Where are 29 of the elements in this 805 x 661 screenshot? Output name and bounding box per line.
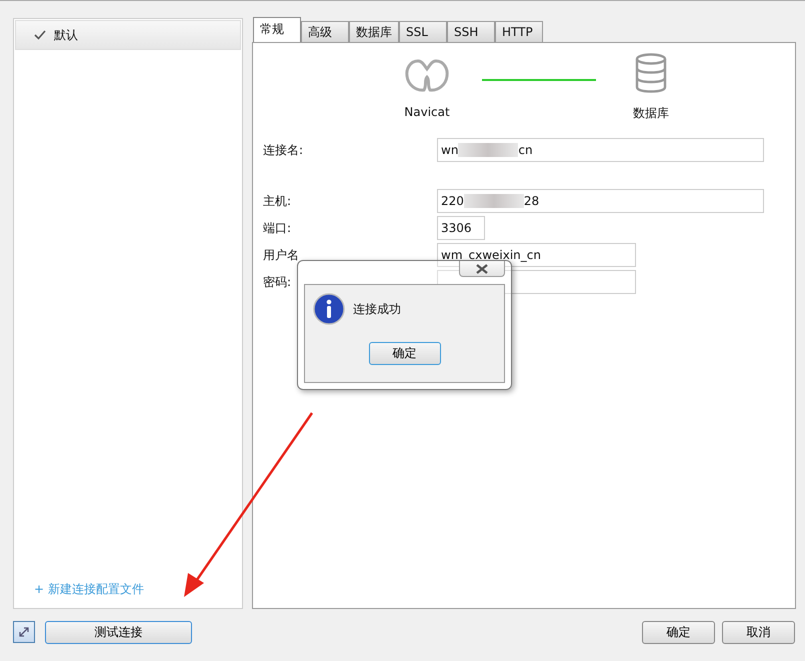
database-label: 数据库 [633,105,669,122]
input-field[interactable]: 220 28 [437,189,764,213]
tab[interactable]: 常规 [253,17,301,42]
field-label: 用户名 [263,246,300,264]
dialog-message: 连接成功 [353,300,401,318]
close-button[interactable] [459,261,505,277]
field-label: 密码: [263,274,292,290]
edit-button[interactable] [13,621,35,643]
info-icon [313,293,345,325]
test-connection-button[interactable]: 测试连接 [45,620,192,644]
ok-button[interactable]: 确定 [642,620,715,644]
input-field[interactable]: wn cn [437,138,764,162]
tab[interactable]: SSL [399,21,447,42]
cancel-button[interactable]: 取消 [722,620,795,644]
profile-label: 默认 [54,26,78,44]
database-icon [635,53,667,93]
tab[interactable]: SSH [447,21,495,42]
field-label: 端口: [263,220,292,236]
dialog-ok-button[interactable]: 确定 [368,342,440,365]
tab[interactable]: 高级 [301,21,349,42]
tab[interactable]: 数据库 [349,21,399,42]
resize-icon [17,625,31,639]
navicat-label: Navicat [404,105,450,119]
field-label: 连接名: [263,142,304,158]
profile-item[interactable]: 默认 [15,20,241,50]
close-icon [475,264,489,274]
tab[interactable]: HTTP [495,21,543,42]
field-label: 主机: [263,192,292,210]
input-field[interactable]: 3306 [437,216,485,240]
